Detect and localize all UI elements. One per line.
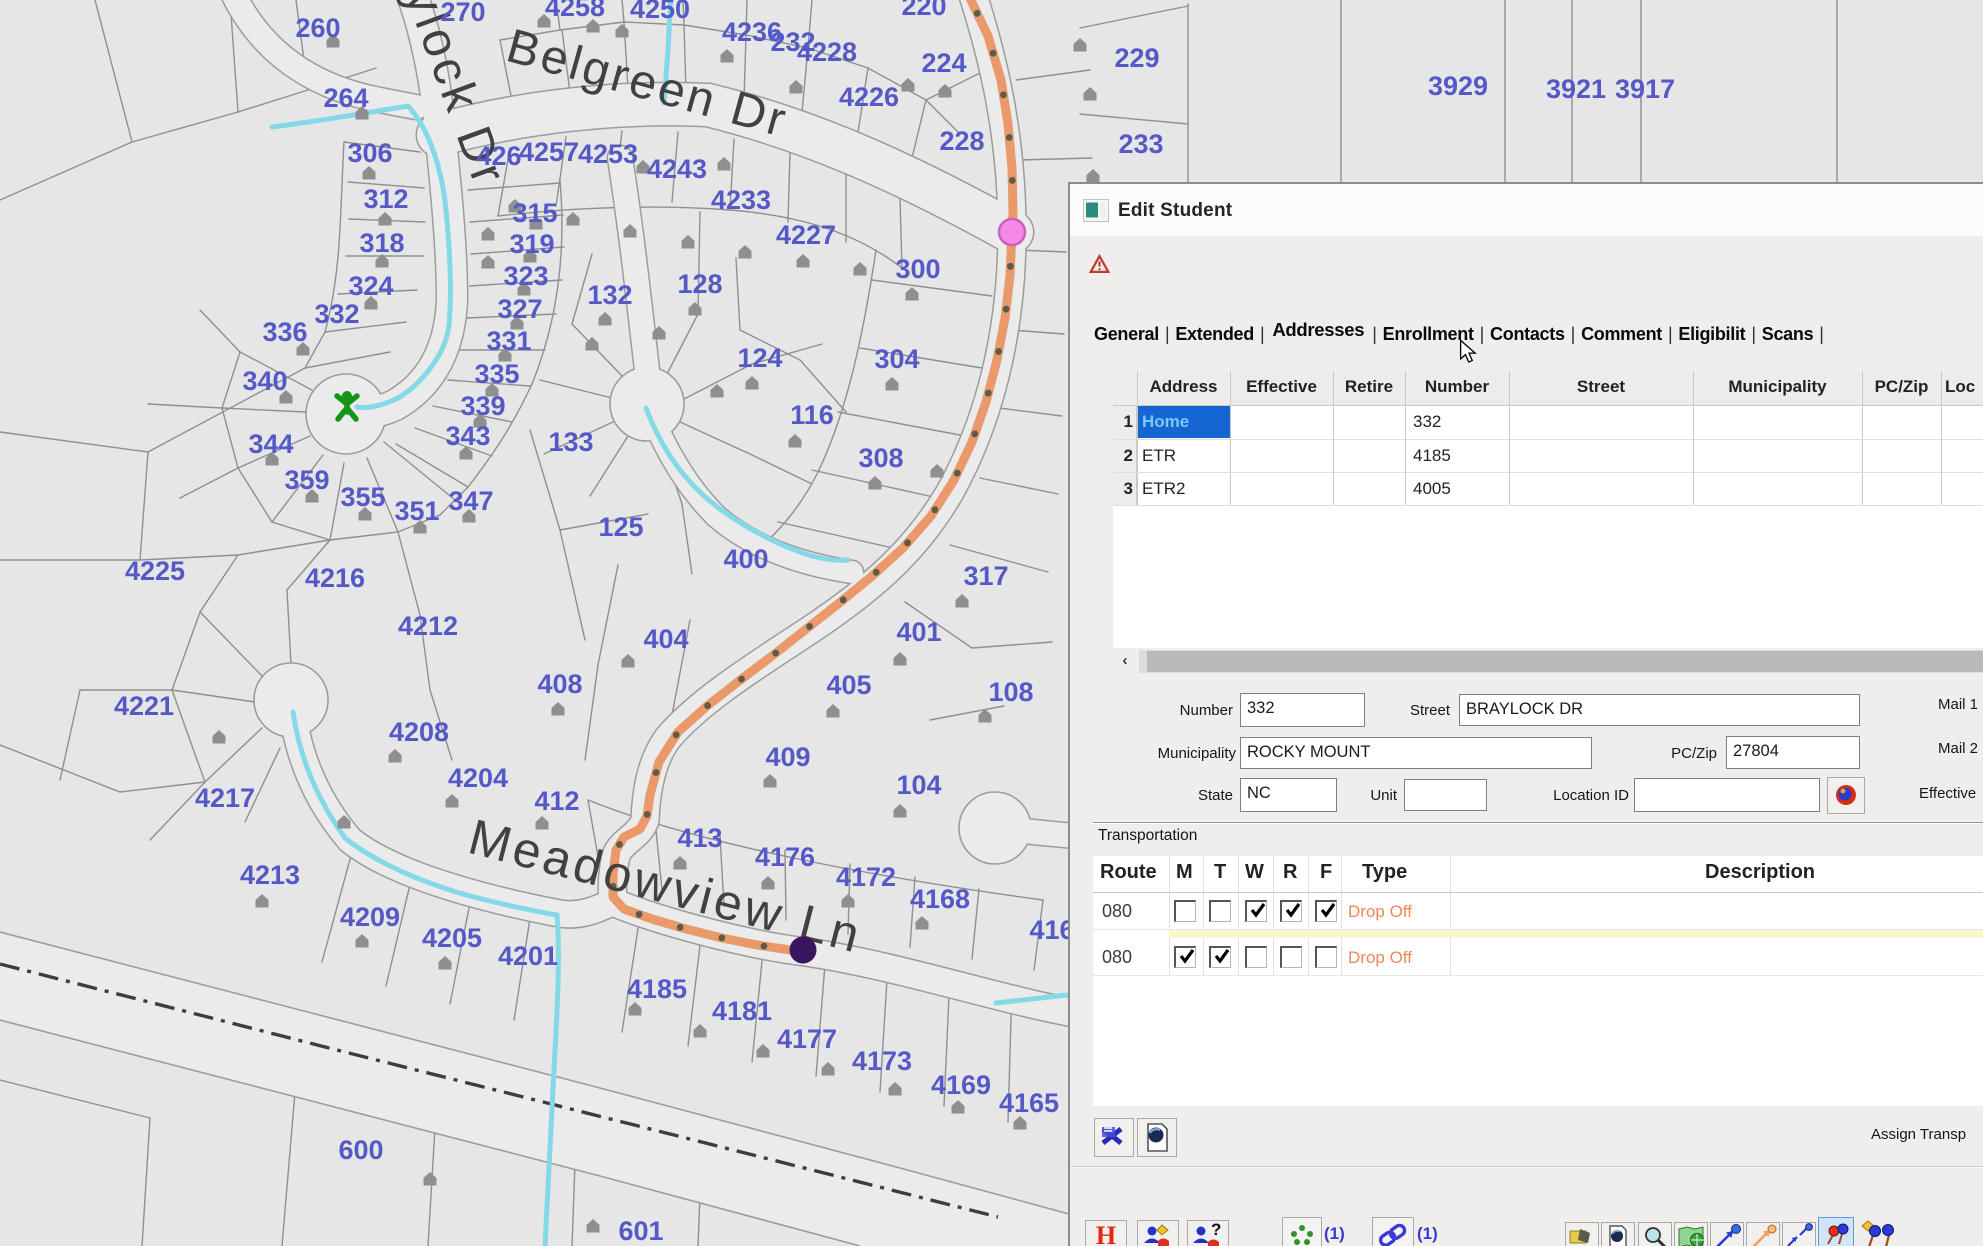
svg-text:4173: 4173	[852, 1046, 912, 1076]
svg-text:409: 409	[765, 742, 810, 772]
svg-text:4172: 4172	[836, 862, 896, 892]
svg-text:4216: 4216	[305, 563, 365, 593]
svg-text:4201: 4201	[498, 941, 558, 971]
svg-text:229: 229	[1114, 43, 1159, 73]
svg-text:4213: 4213	[240, 860, 300, 890]
svg-text:304: 304	[874, 344, 919, 374]
svg-text:340: 340	[242, 366, 287, 396]
svg-text:327: 327	[497, 294, 542, 324]
svg-text:306: 306	[347, 138, 392, 168]
svg-text:3929: 3929	[1428, 71, 1488, 101]
svg-text:228: 228	[939, 126, 984, 156]
svg-text:4257: 4257	[519, 137, 579, 167]
svg-text:108: 108	[988, 677, 1033, 707]
svg-text:224: 224	[921, 48, 966, 78]
svg-text:4205: 4205	[422, 923, 482, 953]
svg-text:601: 601	[618, 1216, 663, 1246]
svg-text:335: 335	[474, 359, 519, 389]
svg-text:4168: 4168	[910, 884, 970, 914]
svg-text:?: ?	[1211, 1221, 1221, 1239]
svg-text:315: 315	[512, 198, 557, 228]
svg-text:125: 125	[598, 512, 643, 542]
svg-text:344: 344	[248, 429, 293, 459]
svg-text:318: 318	[359, 228, 404, 258]
svg-text:4212: 4212	[398, 611, 458, 641]
svg-text:347: 347	[448, 486, 493, 516]
svg-text:4258: 4258	[545, 0, 605, 22]
svg-text:132: 132	[587, 280, 632, 310]
svg-text:317: 317	[963, 561, 1008, 591]
svg-text:319: 319	[509, 229, 554, 259]
svg-text:4221: 4221	[114, 691, 174, 721]
svg-text:300: 300	[895, 254, 940, 284]
svg-text:408: 408	[537, 669, 582, 699]
svg-text:4177: 4177	[777, 1024, 837, 1054]
svg-text:270: 270	[440, 0, 485, 27]
svg-text:426: 426	[476, 141, 521, 171]
svg-text:4253: 4253	[578, 139, 638, 169]
svg-text:133: 133	[548, 427, 593, 457]
svg-text:4169: 4169	[931, 1070, 991, 1100]
svg-text:312: 312	[363, 184, 408, 214]
svg-text:4208: 4208	[389, 717, 449, 747]
svg-text:339: 339	[460, 391, 505, 421]
svg-text:323: 323	[503, 261, 548, 291]
svg-text:4209: 4209	[340, 902, 400, 932]
svg-text:124: 124	[737, 343, 782, 373]
svg-text:4225: 4225	[125, 556, 185, 586]
svg-text:343: 343	[445, 421, 490, 451]
svg-text:4226: 4226	[839, 82, 899, 112]
svg-text:413: 413	[677, 823, 722, 853]
svg-text:331: 331	[486, 326, 531, 356]
svg-text:128: 128	[677, 269, 722, 299]
svg-text:3917: 3917	[1615, 74, 1675, 104]
svg-text:4185: 4185	[627, 974, 687, 1004]
svg-text:332: 332	[314, 299, 359, 329]
svg-text:116: 116	[790, 400, 834, 430]
svg-text:264: 264	[323, 83, 368, 113]
svg-text:351: 351	[394, 496, 439, 526]
svg-text:104: 104	[896, 770, 941, 800]
svg-text:405: 405	[826, 670, 871, 700]
svg-text:4250: 4250	[630, 0, 690, 24]
svg-text:4233: 4233	[711, 185, 771, 215]
svg-text:4181: 4181	[712, 996, 772, 1026]
svg-text:260: 260	[295, 13, 340, 43]
svg-text:355: 355	[340, 482, 385, 512]
svg-text:412: 412	[534, 786, 579, 816]
svg-text:324: 324	[348, 271, 393, 301]
svg-text:600: 600	[338, 1135, 383, 1165]
svg-text:336: 336	[262, 317, 307, 347]
svg-text:308: 308	[858, 443, 903, 473]
svg-text:359: 359	[284, 465, 329, 495]
svg-text:220: 220	[901, 0, 946, 21]
svg-text:400: 400	[723, 544, 768, 574]
svg-text:3921: 3921	[1546, 74, 1606, 104]
svg-text:4204: 4204	[448, 763, 508, 793]
svg-text:233: 233	[1118, 129, 1163, 159]
svg-text:4217: 4217	[195, 783, 255, 813]
svg-text:4227: 4227	[776, 220, 836, 250]
svg-text:4176: 4176	[755, 842, 815, 872]
svg-text:4228: 4228	[797, 37, 857, 67]
svg-text:404: 404	[643, 624, 688, 654]
svg-text:4243: 4243	[647, 154, 707, 184]
svg-text:4165: 4165	[999, 1088, 1059, 1118]
svg-text:401: 401	[896, 617, 941, 647]
